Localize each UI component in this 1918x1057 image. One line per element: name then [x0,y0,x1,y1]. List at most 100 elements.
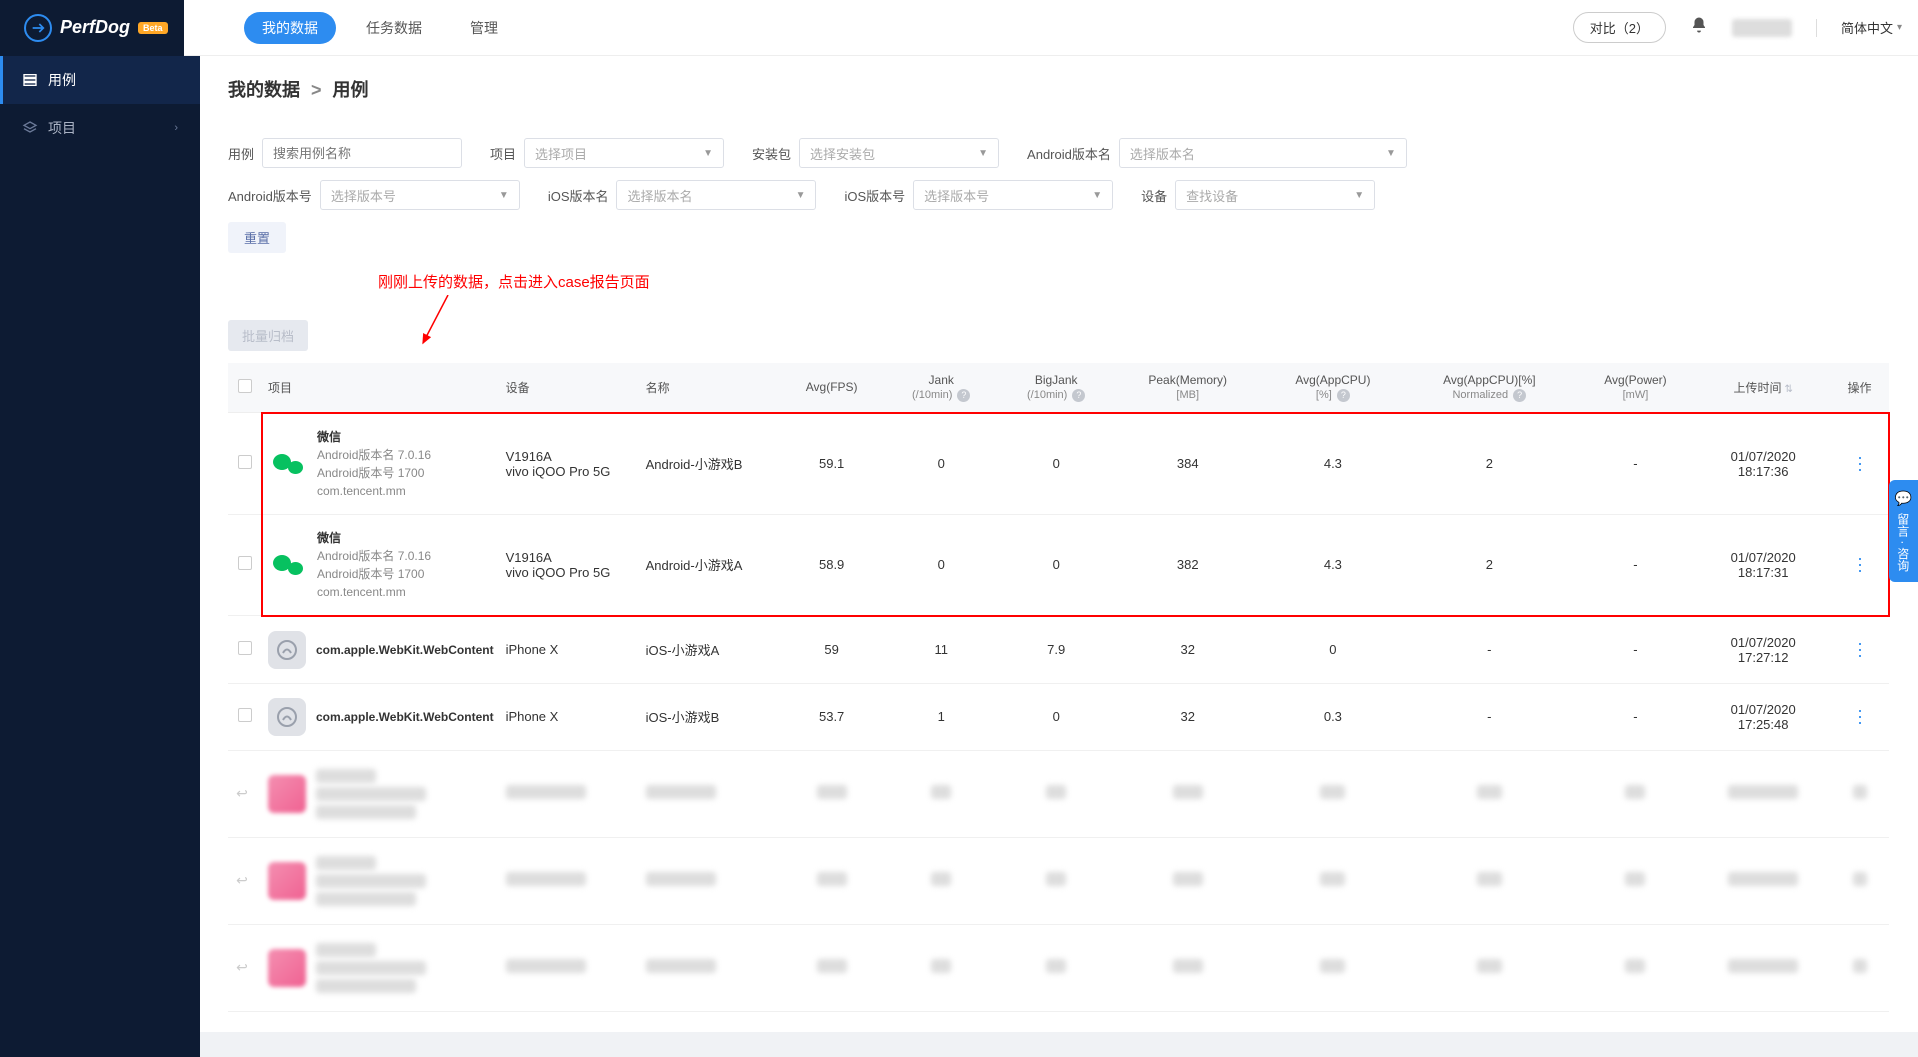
filter-case-label: 用例 [228,144,254,163]
table-row[interactable]: 微信Android版本名 7.0.16Android版本号 1700com.te… [228,413,1889,515]
project-select[interactable]: 选择项目▼ [524,138,724,168]
table-row[interactable]: com.apple.WebKit.WebContentiPhone XiOS-小… [228,616,1889,684]
table-row-redacted: ↩ [228,750,1889,837]
wechat-app-icon [269,445,307,483]
filter-ios-ver-name-label: iOS版本名 [548,186,609,205]
table-row[interactable]: com.apple.WebKit.WebContentiPhone XiOS-小… [228,683,1889,750]
sidebar-item-cases[interactable]: 用例 [0,56,200,104]
breadcrumb-parent[interactable]: 我的数据 [228,80,300,100]
case-name[interactable]: Android-小游戏A [640,514,780,616]
col-avg-cpu[interactable]: Avg(AppCPU)[%] ? [1262,363,1404,413]
cell-bigjank: 0 [999,514,1114,616]
logo-icon [24,14,52,42]
topnav-manage[interactable]: 管理 [452,12,516,44]
col-avg-power[interactable]: Avg(Power)[mW] [1575,363,1697,413]
chat-icon: 💬 [1895,490,1912,507]
caret-down-icon: ▼ [1092,190,1102,201]
case-name[interactable]: Android-小游戏B [640,413,780,515]
col-bigjank[interactable]: BigJank(/10min) ? [999,363,1114,413]
col-avg-cpu-norm[interactable]: Avg(AppCPU)[%]Normalized ? [1404,363,1575,413]
col-device[interactable]: 设备 [500,363,640,413]
sort-icon[interactable]: ⇅ [1784,384,1792,395]
col-jank[interactable]: Jank(/10min) ? [884,363,999,413]
topnav: 我的数据 任务数据 管理 [244,12,516,44]
cell-avg_power: - [1575,514,1697,616]
col-project[interactable]: 项目 [262,363,500,413]
col-avg-fps[interactable]: Avg(FPS) [780,363,884,413]
annotation-text: 刚刚上传的数据，点击进入case报告页面 [378,271,1890,292]
row-checkbox[interactable] [238,556,252,570]
cell-jank: 1 [884,683,999,750]
help-icon[interactable]: ? [1337,389,1350,402]
col-name[interactable]: 名称 [640,363,780,413]
compare-button[interactable]: 对比（2） [1573,12,1666,43]
breadcrumb: 我的数据 > 用例 [200,56,1918,118]
device-line: V1916A [506,550,634,565]
cell-avg_power: - [1575,683,1697,750]
filter-package-label: 安装包 [752,144,791,163]
batch-archive-button[interactable]: 批量归档 [228,320,308,351]
generic-app-icon [268,631,306,669]
share-arrow-icon: ↩ [236,785,248,801]
filter-bar: 用例 项目 选择项目▼ 安装包 选择安装包▼ Android版本名 选择版本名▼ [228,138,1890,168]
project-meta-line: Android版本号 1700 [317,565,431,583]
col-upload-time[interactable]: 上传时间⇅ [1696,363,1830,413]
row-actions-button[interactable]: ⋯ [1849,641,1870,658]
col-peak-mem[interactable]: Peak(Memory)[MB] [1114,363,1262,413]
language-select[interactable]: 简体中文 ▾ [1841,18,1902,37]
topnav-task-data[interactable]: 任务数据 [348,12,440,44]
android-ver-code-select[interactable]: 选择版本号▼ [320,180,520,210]
list-icon [22,72,38,88]
logo[interactable]: PerfDog Beta [0,0,184,56]
project-name: 微信 [317,428,431,446]
cell-avg_cpu: 4.3 [1262,413,1404,515]
device-select[interactable]: 查找设备▼ [1175,180,1375,210]
row-checkbox[interactable] [238,641,252,655]
case-name[interactable]: iOS-小游戏A [640,616,780,684]
filter-android-ver-name-label: Android版本名 [1027,144,1111,163]
beta-badge: Beta [138,22,168,34]
language-label: 简体中文 [1841,18,1893,37]
cases-table: 项目 设备 名称 Avg(FPS) Jank(/10min) ? BigJank… [228,363,1890,1012]
ios-ver-code-select[interactable]: 选择版本号▼ [913,180,1113,210]
cell-avg_fps: 59.1 [780,413,884,515]
user-name-redacted[interactable] [1732,19,1792,37]
case-name[interactable]: iOS-小游戏B [640,683,780,750]
col-action: 操作 [1830,363,1889,413]
filter-android-ver-code-label: Android版本号 [228,186,312,205]
caret-down-icon: ▼ [499,190,509,201]
row-actions-button[interactable]: ⋯ [1849,708,1870,725]
select-all-checkbox[interactable] [238,379,252,393]
help-icon[interactable]: ? [957,389,970,402]
row-actions-button[interactable]: ⋯ [1849,455,1870,472]
sidebar-item-label: 项目 [48,118,76,138]
row-actions-button[interactable]: ⋯ [1849,556,1870,573]
cell-peak_mem: 32 [1114,616,1262,684]
ios-ver-name-select[interactable]: 选择版本名▼ [616,180,816,210]
help-icon[interactable]: ? [1072,389,1085,402]
sidebar-item-projects[interactable]: 项目 › [0,104,200,152]
package-select[interactable]: 选择安装包▼ [799,138,999,168]
annotation-arrow-icon [418,295,468,350]
table-row[interactable]: 微信Android版本名 7.0.16Android版本号 1700com.te… [228,514,1889,616]
table-row-redacted: ↩ [228,924,1889,1011]
reset-button[interactable]: 重置 [228,222,286,253]
cell-avg_power: - [1575,413,1697,515]
bell-icon[interactable] [1690,16,1708,39]
search-case-input[interactable] [262,138,462,168]
help-icon[interactable]: ? [1513,389,1526,402]
divider [1816,19,1817,37]
device-line: vivo iQOO Pro 5G [506,565,634,580]
project-name: 微信 [317,529,431,547]
cell-bigjank: 0 [999,683,1114,750]
filter-ios-ver-code-label: iOS版本号 [844,186,905,205]
row-checkbox[interactable] [238,455,252,469]
topbar-right: 对比（2） 简体中文 ▾ [1573,12,1902,43]
android-ver-name-select[interactable]: 选择版本名▼ [1119,138,1407,168]
cell-bigjank: 7.9 [999,616,1114,684]
topnav-my-data[interactable]: 我的数据 [244,12,336,44]
feedback-tab[interactable]: 💬 留言 · 咨询 [1889,480,1918,582]
row-checkbox[interactable] [238,708,252,722]
cell-avg_fps: 53.7 [780,683,884,750]
project-name: com.apple.WebKit.WebContent [316,708,494,726]
